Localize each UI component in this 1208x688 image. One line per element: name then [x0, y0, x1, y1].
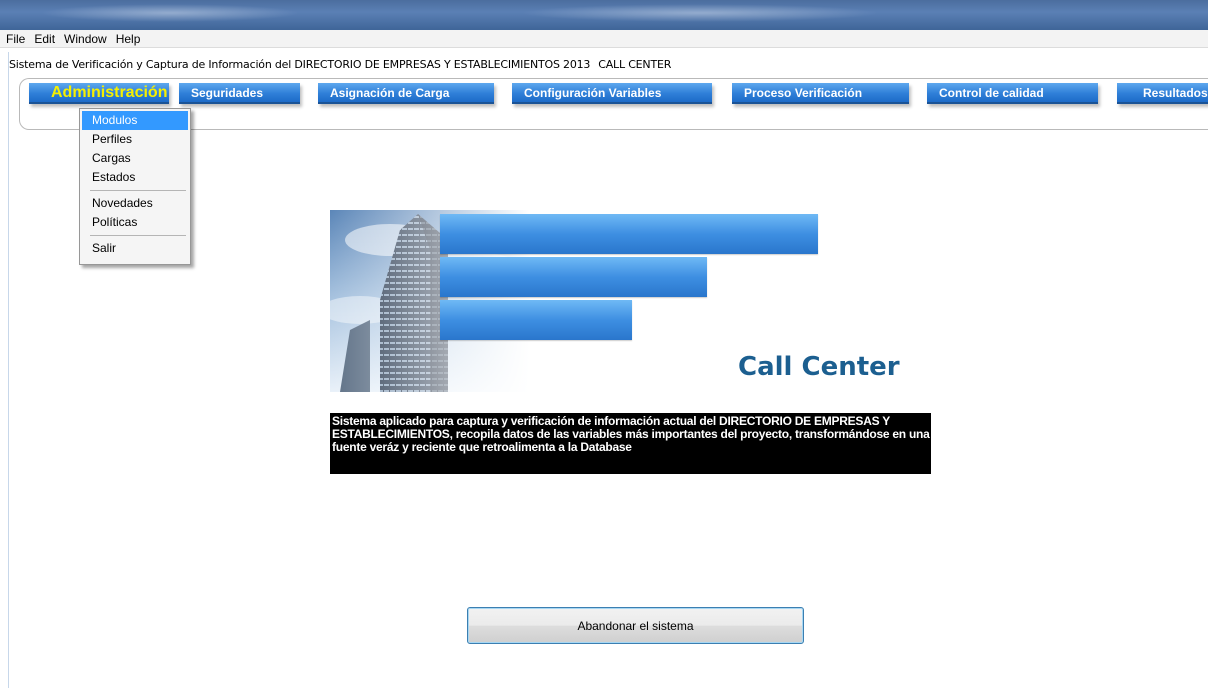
menu-item-modulos[interactable]: Modulos [82, 111, 188, 130]
system-description: Sistema aplicado para captura y verifica… [330, 413, 931, 474]
app-title-callcenter: CALL CENTER [598, 58, 672, 71]
menu-window[interactable]: Window [64, 32, 107, 46]
tab-administracion[interactable]: Administración [29, 83, 169, 104]
menu-item-novedades[interactable]: Novedades [82, 194, 188, 213]
menu-file[interactable]: File [6, 32, 25, 46]
menu-item-estados[interactable]: Estados [82, 168, 188, 187]
call-center-banner: Call Center [330, 210, 930, 392]
window-title-bar[interactable] [0, 0, 1208, 30]
tab-asignacion-carga[interactable]: Asignación de Carga [318, 83, 494, 104]
app-title-main: Sistema de Verificación y Captura de Inf… [9, 58, 591, 71]
menu-help[interactable]: Help [116, 32, 141, 46]
menu-item-cargas[interactable]: Cargas [82, 149, 188, 168]
banner-bar-2 [440, 257, 707, 297]
administracion-dropdown-menu: Modulos Perfiles Cargas Estados Novedade… [79, 108, 191, 265]
menu-edit[interactable]: Edit [34, 32, 55, 46]
banner-bar-1 [440, 214, 818, 254]
app-window: Sistema de Verificación y Captura de Inf… [8, 52, 1208, 688]
tab-seguridades[interactable]: Seguridades [179, 83, 300, 104]
app-title: Sistema de Verificación y Captura de Inf… [9, 58, 671, 71]
banner-bar-3 [440, 300, 632, 340]
menu-separator [90, 190, 186, 191]
tab-control-calidad[interactable]: Control de calidad [927, 83, 1098, 104]
tab-proceso-verificacion[interactable]: Proceso Verificación [732, 83, 909, 104]
call-center-heading: Call Center [738, 352, 900, 382]
menu-separator [90, 235, 186, 236]
menu-item-politicas[interactable]: Políticas [82, 213, 188, 232]
tab-configuracion-variables[interactable]: Configuración Variables [512, 83, 712, 104]
exit-system-button[interactable]: Abandonar el sistema [467, 607, 804, 644]
menu-bar: File Edit Window Help [0, 30, 1208, 48]
menu-item-salir[interactable]: Salir [82, 239, 188, 258]
menu-item-perfiles[interactable]: Perfiles [82, 130, 188, 149]
tab-resultados[interactable]: Resultados [1117, 83, 1208, 104]
